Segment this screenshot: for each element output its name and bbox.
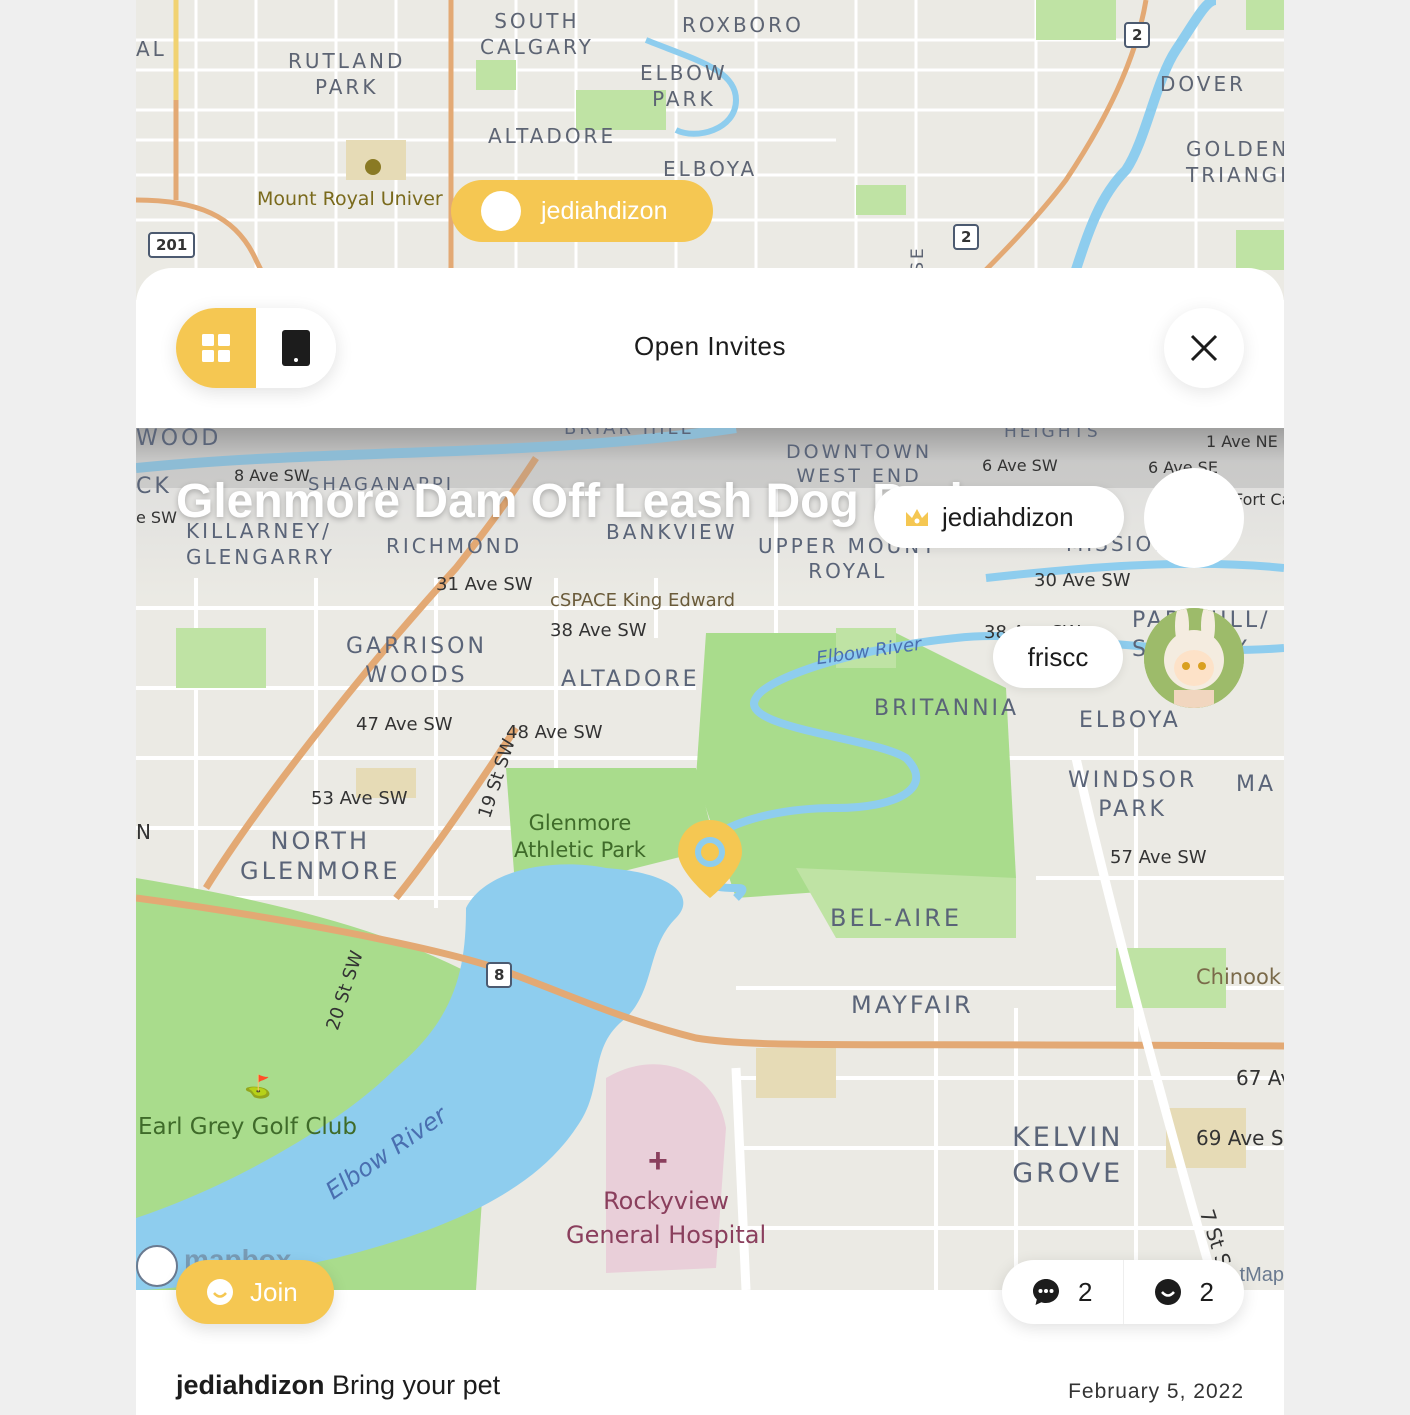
user-avatar-placeholder [481,191,521,231]
mapbox-logo-icon [136,1245,178,1287]
map-label-north-glenmore: NORTH GLENMORE [240,827,401,885]
join-label: Join [250,1276,298,1307]
map-label-ma: MA [1236,772,1277,797]
map-label-altadore: ALTADORE [561,667,700,692]
map-label-kelvin-grove: KELVIN GROVE [1012,1122,1124,1189]
street-30-ave-sw: 30 Ave SW [1034,570,1131,591]
street-67-ave: 67 Av [1236,1066,1284,1090]
map-label-elbow-park: ELBOW PARK [640,61,728,111]
invite-card-map[interactable]: WOOD BRIAR HILL DOWNTOWN WEST END HEIGHTS… [136,428,1284,1290]
map-label-heights: HEIGHTS [1004,428,1101,442]
map-label-roxboro: ROXBORO [682,13,804,37]
map-label-south-calgary: SOUTH CALGARY [480,9,594,59]
attendees-button[interactable]: 2 [1122,1260,1245,1324]
map-label-mayfair: MAYFAIR [851,991,974,1019]
highway-shield-2-mid: 2 [953,224,980,250]
map-label-dover: DOVER [1160,72,1247,96]
guest-avatar[interactable] [1144,608,1244,708]
invite-caption: jediahdizon Bring your pet [176,1370,500,1401]
street-53-ave-sw: 53 Ave SW [311,788,408,809]
place-cspace: cSPACE King Edward [550,590,736,611]
place-earl-grey-golf-club: Earl Grey Golf Club [138,1114,357,1140]
guest-avatar-image [1144,608,1244,708]
sheet-title: Open Invites [634,331,786,361]
caption-text: Bring your pet [332,1370,501,1400]
map-label-britannia: BRITANNIA [874,696,1020,721]
hospital-icon: + [648,1142,668,1180]
street-38-ave-sw: 38 Ave SW [550,620,647,641]
current-user-marker[interactable]: jediahdizon [451,180,713,242]
street-57-ave-sw: 57 Ave SW [1110,847,1207,868]
map-label-elboya: ELBOYA [1079,708,1181,733]
map-label-top-street: 26 Ave SW [361,0,452,8]
place-glenmore-athletic-park: Glenmore Athletic Park [514,811,646,862]
golf-icon: ⛳ [244,1074,272,1099]
map-label-altadore: ALTADORE [488,124,617,148]
guest-pill[interactable]: friscc [993,626,1123,688]
host-avatar[interactable] [1144,468,1244,568]
street-sw-edge: e SW [136,508,177,527]
app-frame: SOUTH CALGARY ROXBORO RUTLAND PARK ELBOW PA… [136,0,1284,1415]
comments-count: 2 [1078,1276,1093,1307]
highway-shield-201: 201 [148,232,196,258]
place-rockyview-hospital: Rockyview General Hospital [566,1187,767,1249]
map-label-elboya: ELBOYA [663,157,758,181]
current-user-name: jediahdizon [541,196,668,225]
street-69-ave: 69 Ave S [1196,1126,1284,1150]
place-chinook: Chinook [1196,965,1281,989]
street-6-ave-sw: 6 Ave SW [982,456,1058,475]
comment-icon [1033,1279,1060,1305]
street-31-ave-sw: 31 Ave SW [436,574,533,595]
map-label-ck: CK [136,474,172,499]
map-label-bel-aire: BEL-AIRE [830,904,963,932]
street-n-edge: N [136,820,151,844]
x-icon [1190,334,1218,362]
location-pin-icon[interactable] [676,818,744,900]
map-label-briar-hill: BRIAR HILL [564,428,694,439]
invite-title: Glenmore Dam Off Leash Dog Park [176,475,977,528]
join-button[interactable]: Join [176,1260,334,1324]
smile-face-icon [1154,1279,1181,1305]
guest-name: friscc [1027,641,1089,672]
street-47-ave-sw: 47 Ave SW [356,714,453,735]
attendees-count: 2 [1199,1276,1214,1307]
close-button[interactable] [1164,308,1244,388]
highway-shield-8: 8 [486,962,513,988]
map-poi-university: Mount Royal Univer [257,188,443,210]
invite-stats: 2 2 [1002,1260,1244,1324]
map-label-al: AL [136,37,167,61]
map-label-windsor-park: WINDSOR PARK [1068,768,1198,822]
map-label-golden-triangle: GOLDEN TRIANGL [1186,137,1284,187]
map-label-richmond: RICHMOND [386,534,523,558]
background-map[interactable]: SOUTH CALGARY ROXBORO RUTLAND PARK ELBOW PA… [136,0,1284,300]
map-label-garrison-woods: GARRISON WOODS [346,634,487,688]
map-label-wood: WOOD [136,428,222,451]
invites-sheet: Open Invites WOOD BRIAR HILL DOWNTOWN WE… [136,268,1284,1415]
map-label-rutland-park: RUTLAND PARK [288,49,406,99]
host-pill[interactable]: jediahdizon [874,486,1124,548]
crown-icon [906,509,928,526]
highway-shield-2: 2 [1124,22,1151,48]
host-name: jediahdizon [942,501,1074,532]
smile-icon [207,1279,233,1305]
street-1-ave-ne: 1 Ave NE [1206,432,1278,451]
comments-button[interactable]: 2 [1002,1260,1123,1324]
caption-username[interactable]: jediahdizon [176,1370,325,1400]
street-48-ave-sw: 48 Ave SW [506,722,603,743]
map-attribution-right: tMap [1239,1264,1284,1286]
invite-date: February 5, 2022 [1068,1380,1244,1403]
